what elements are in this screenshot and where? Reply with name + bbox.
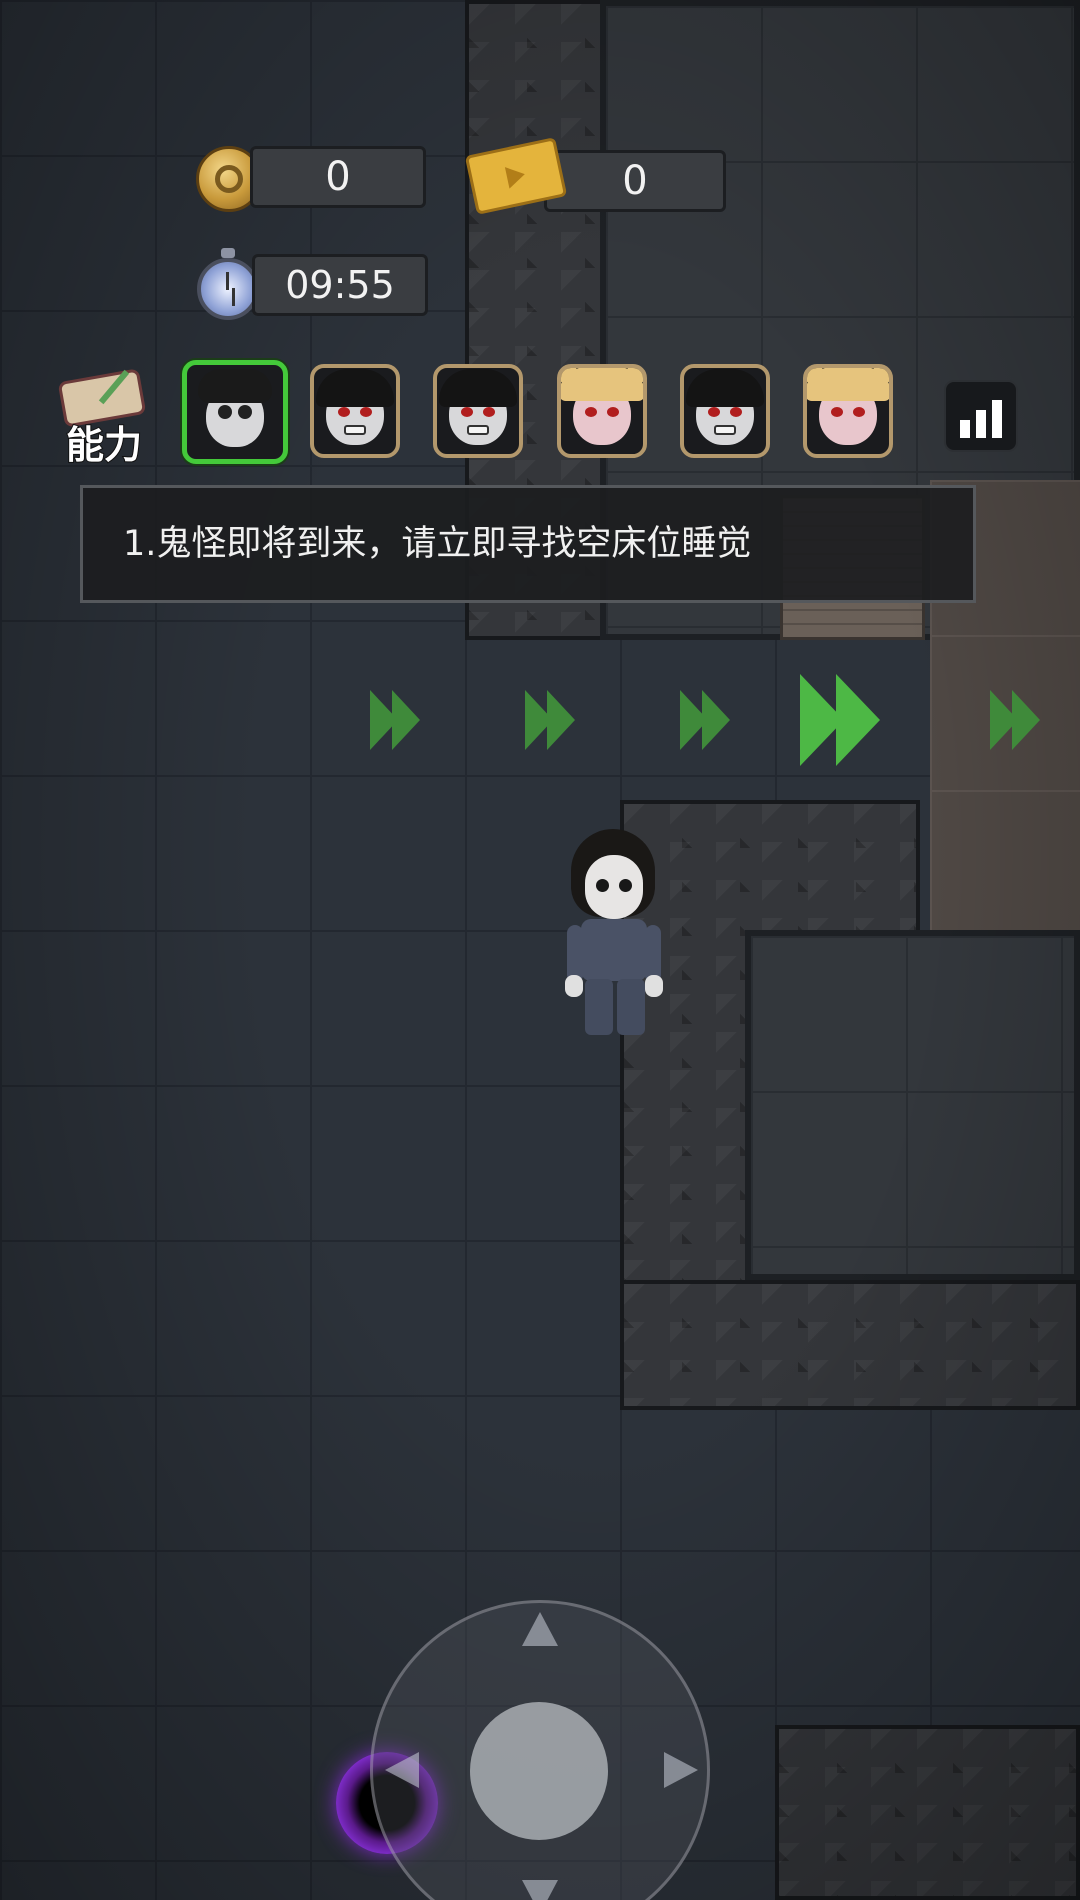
character-slot-3[interactable]	[433, 364, 523, 458]
pale-girl-portrait	[198, 368, 272, 447]
character-slot-2[interactable]	[310, 364, 400, 458]
stats-chart-icon[interactable]	[944, 380, 1018, 452]
chevron-right-icon	[836, 674, 880, 766]
blonde-doll-portrait	[807, 368, 889, 446]
ticket-counter: 0	[544, 150, 726, 212]
chevron-right-icon	[702, 690, 730, 750]
arrow-left-icon	[385, 1752, 419, 1788]
arrow-down-icon	[522, 1880, 558, 1900]
character-slot-6[interactable]	[803, 364, 893, 458]
player-character	[565, 825, 665, 1040]
chevron-right-icon	[392, 690, 420, 750]
character-slot-5[interactable]	[680, 364, 770, 458]
coin-counter: 0	[250, 146, 426, 208]
chevron-right-icon	[1012, 690, 1040, 750]
character-slot-1[interactable]	[182, 360, 288, 464]
ability-label[interactable]: 能力	[65, 414, 143, 469]
stone-wall-bottom	[620, 1280, 1080, 1410]
joystick-knob[interactable]	[470, 1702, 608, 1840]
chevron-right-icon	[547, 690, 575, 750]
ghost-portrait	[316, 369, 394, 446]
ghost-portrait	[439, 369, 517, 446]
game-map: 0 0 09:55 能力 1.鬼怪即将到来，请立即寻找空床位睡觉	[0, 0, 1080, 1900]
room-middle-right	[745, 930, 1080, 1280]
direction-hint-arrows	[0, 674, 1080, 766]
mission-banner: 1.鬼怪即将到来，请立即寻找空床位睡觉	[80, 485, 976, 603]
arrow-up-icon	[522, 1612, 558, 1646]
character-slot-4[interactable]	[557, 364, 647, 458]
stopwatch-icon	[197, 248, 259, 320]
timer-display: 09:55	[252, 254, 428, 316]
blonde-doll-portrait	[561, 368, 643, 446]
stone-wall-corner	[775, 1725, 1080, 1900]
ghost-portrait	[686, 369, 764, 446]
arrow-right-icon	[664, 1752, 698, 1788]
